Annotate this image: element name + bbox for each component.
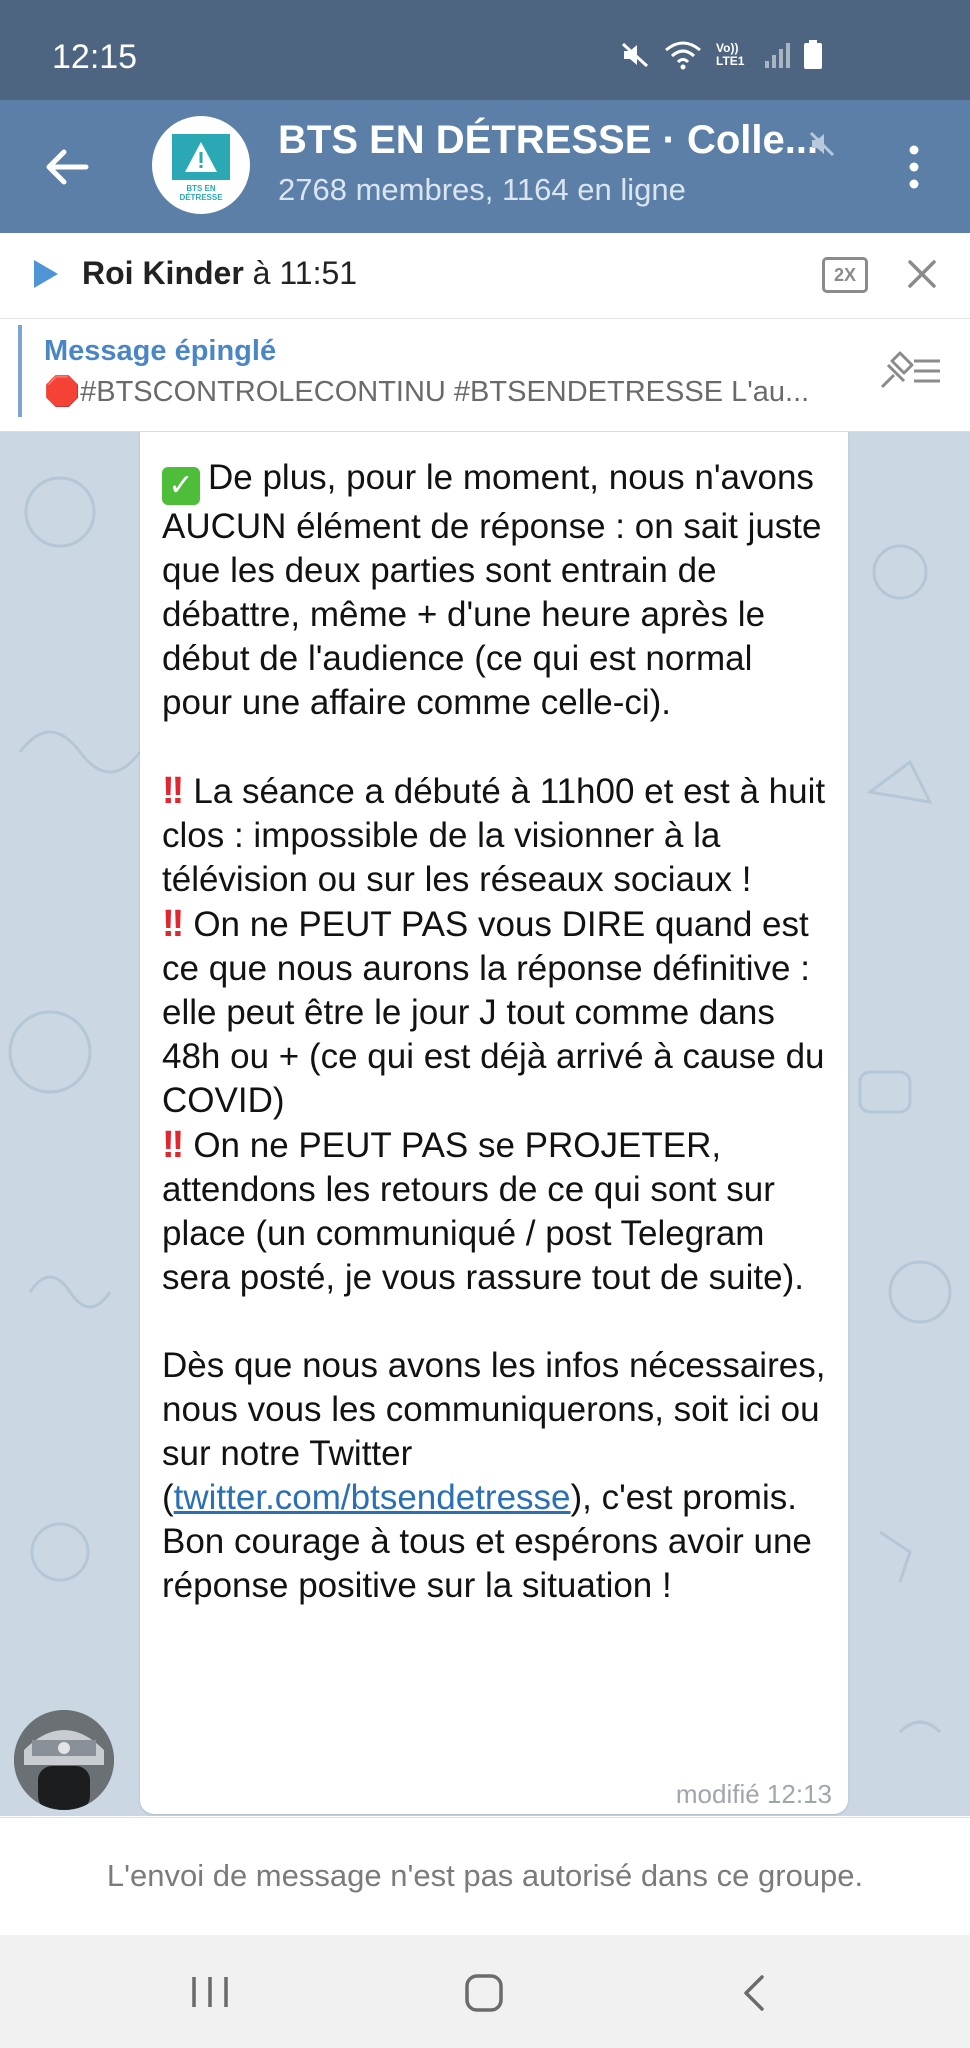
audio-sender: Roi Kinder [82, 255, 244, 291]
message-timestamp: modifié 12:13 [675, 1779, 832, 1809]
playback-speed-button[interactable]: 2X [822, 257, 868, 293]
message-p1-text: De plus, pour le moment, nous n'avons AU… [162, 458, 822, 722]
double-exclamation-icon: !! [162, 770, 184, 812]
audio-time: à 11:51 [243, 255, 358, 291]
message-p6-text: Bon courage à tous et espérons avoir une… [162, 1522, 812, 1605]
unpin-icon[interactable] [878, 351, 942, 391]
wifi-icon [665, 41, 701, 70]
chat-header: BTS EN DÉTRESSE BTS EN DÉTRESSE · Colle.… [0, 100, 970, 233]
status-icons: Vo)) LTE1 [620, 40, 822, 70]
muted-speaker-icon [809, 131, 835, 157]
recents-icon[interactable] [190, 1975, 230, 2009]
message-paragraph-3: !! On ne PEUT PAS vous DIRE quand est ce … [162, 902, 832, 1123]
network-label: Vo)) LTE1 [716, 41, 745, 68]
pinned-message-bar[interactable]: Message épinglé 🛑#BTSCONTROLECONTINU #BT… [0, 319, 970, 432]
message-paragraph-4: !! On ne PEUT PAS se PROJETER, attendons … [162, 1123, 832, 1300]
message-text: ✓ De plus, pour le moment, nous n'avons A… [162, 456, 832, 1608]
play-icon[interactable] [30, 257, 62, 291]
message-p4-text: On ne PEUT PAS se PROJETER, attendons le… [162, 1126, 804, 1297]
home-icon[interactable] [464, 1973, 504, 2013]
status-bar: 12:15 Vo)) LTE1 [0, 0, 970, 100]
message-p5-end: ), c'est promis. [570, 1478, 797, 1517]
message-paragraph-5: Dès que nous avons les infos nécessaires… [162, 1344, 832, 1520]
message-bubble[interactable]: ✓ De plus, pour le moment, nous n'avons A… [140, 432, 848, 1814]
message-p2-text: La séance a débuté à 11h00 et est à huit… [162, 772, 826, 899]
double-exclamation-icon: !! [162, 1124, 184, 1166]
send-disabled-notice: L'envoi de message n'est pas autorisé da… [106, 1858, 864, 1893]
more-vert-icon[interactable] [896, 142, 932, 192]
mute-icon [621, 42, 649, 68]
double-exclamation-icon: !! [162, 903, 184, 945]
system-nav-bar [0, 1935, 970, 2048]
pinned-text: 🛑#BTSCONTROLECONTINU #BTSENDETRESSE L'au… [44, 376, 810, 408]
group-avatar[interactable]: BTS EN DÉTRESSE [152, 116, 250, 214]
pinned-label: Message épinglé [44, 335, 277, 367]
chat-area[interactable]: ✓ De plus, pour le moment, nous n'avons A… [0, 432, 970, 1816]
member-count: 2768 membres, 1164 en ligne [278, 172, 686, 207]
message-paragraph-6: Bon courage à tous et espérons avoir une… [162, 1520, 832, 1608]
back-nav-icon[interactable] [740, 1973, 768, 2013]
message-p3-text: On ne PEUT PAS vous DIRE quand est ce qu… [162, 905, 825, 1120]
signal-icon [765, 43, 790, 68]
pinned-indicator [18, 325, 22, 417]
twitter-link[interactable]: twitter.com/btsendetresse [174, 1478, 571, 1517]
check-mark-icon: ✓ [162, 467, 200, 505]
message-paragraph-2: !! La séance a débuté à 11h00 et est à hu… [162, 769, 832, 902]
sender-avatar[interactable] [14, 1710, 114, 1810]
input-disabled-bar: L'envoi de message n'est pas autorisé da… [0, 1817, 970, 1936]
close-icon[interactable] [905, 257, 939, 291]
message-paragraph-1: ✓ De plus, pour le moment, nous n'avons A… [162, 456, 832, 725]
warning-logo [172, 134, 230, 180]
group-title[interactable]: BTS EN DÉTRESSE · Colle... [278, 118, 818, 163]
back-arrow-icon[interactable] [42, 142, 92, 192]
battery-icon [804, 40, 822, 69]
audio-info: Roi Kinder à 11:51 [82, 255, 357, 292]
audio-player-bar[interactable]: Roi Kinder à 11:51 2X [0, 233, 970, 319]
avatar-label: BTS EN DÉTRESSE [179, 184, 223, 202]
status-time: 12:15 [52, 38, 138, 76]
